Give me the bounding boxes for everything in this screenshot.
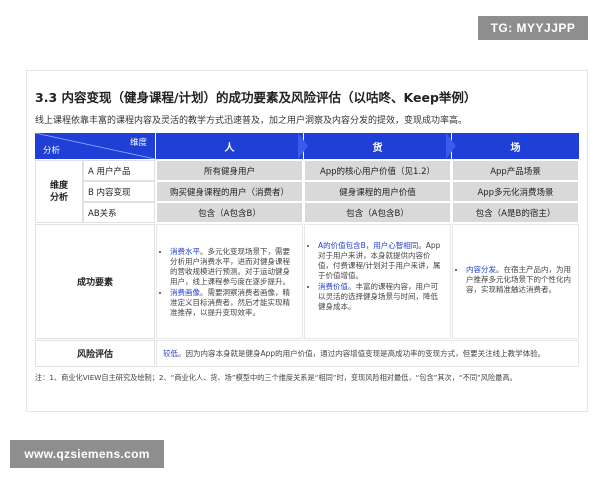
- list-item: 消费画像。需要洞察消费者画像，精准定义目标消费者，然后才能实现精准推荐，以提升变…: [170, 288, 296, 318]
- row-label-ab-relation: AB关系: [83, 202, 155, 223]
- page-title: 3.3 内容变现（健身课程/计划）的成功要素及风险评估（以咕咚、Keep举例）: [35, 90, 477, 105]
- cell-ren-user-product: 所有健身用户: [156, 160, 303, 181]
- list-item: 消费价值。丰富的课程内容，用户可以灵活的选择健身场景与时间，降低健身成本。: [318, 282, 444, 312]
- column-header-label: 人: [224, 142, 235, 154]
- list-item: 内容分发。在宿主产品内，为用户推荐多元化场景下的个性化内容，实现精准触达消费者。: [466, 265, 572, 295]
- risk-assessment-text: 较低 。因为内容本身就是健身App的用户价值，通过内容增值变现是高成功率的变现方式…: [156, 340, 579, 367]
- dimension-analysis-label: 维度 分析: [35, 160, 83, 223]
- cell-huo-ab-relation: 包含（A包含B）: [304, 202, 451, 223]
- cell-ren-content-monetization: 购买健身课程的用户（消费者）: [156, 181, 303, 202]
- corner-top-label: 维度: [129, 138, 147, 148]
- column-header-ren: 人: [156, 133, 303, 159]
- success-chang-box: 内容分发。在宿主产品内，为用户推荐多元化场景下的个性化内容，实现精准触达消费者。: [452, 224, 579, 339]
- cell-chang-user-product: App产品场景: [452, 160, 579, 181]
- watermark-bottom-badge: www.qzsiemens.com: [10, 440, 164, 468]
- footnote: 注：1、商业化VIEW自主研究及绘制；2、“商业化人、货、场”模型中的三个维度关…: [35, 373, 517, 382]
- cell-huo-user-product: App的核心用户价值（见1.2）: [304, 160, 451, 181]
- list-item: 消费水平。多元化变现场景下，需要分析用户消费水平，进而对健身课程的营收规模进行预…: [170, 247, 296, 287]
- cell-chang-ab-relation: 包含（A是B的宿主）: [452, 202, 579, 223]
- risk-description: 。因为内容本身就是健身App的用户价值，通过内容增值变现是高成功率的变现方式，但…: [178, 349, 546, 358]
- risk-level: 较低: [163, 349, 178, 358]
- watermark-top-badge: TG: MYYJJPP: [478, 16, 588, 40]
- slide-panel: 3.3 内容变现（健身课程/计划）的成功要素及风险评估（以咕咚、Keep举例） …: [26, 70, 588, 412]
- cell-ren-ab-relation: 包含（A包含B）: [156, 202, 303, 223]
- header-arrow-icon: [298, 133, 308, 159]
- corner-header-cell: 维度 分析: [35, 133, 155, 159]
- column-header-label: 场: [510, 142, 521, 154]
- column-header-huo: 货: [304, 133, 451, 159]
- row-label-content-monetization: B 内容变现: [83, 181, 155, 202]
- success-huo-box: A的价值包含B，用户心智相同。App对于用户来讲，本身就提供内容价值，付费课程/…: [304, 224, 451, 339]
- cell-chang-content-monetization: App多元化消费场景: [452, 181, 579, 202]
- list-item: A的价值包含B，用户心智相同。App对于用户来讲，本身就提供内容价值，付费课程/…: [318, 241, 444, 281]
- analysis-table: 维度 分析 人 货 场 维度 分析 A 用户产品 所有健身用户 App的核心用户…: [35, 133, 579, 367]
- header-arrow-icon: [446, 133, 456, 159]
- cell-huo-content-monetization: 健身课程的用户价值: [304, 181, 451, 202]
- success-ren-box: 消费水平。多元化变现场景下，需要分析用户消费水平，进而对健身课程的营收规模进行预…: [156, 224, 303, 339]
- success-factors-label: 成功要素: [35, 224, 155, 339]
- column-header-chang: 场: [452, 133, 579, 159]
- page-subtitle: 线上课程依靠丰富的课程内容及灵活的教学方式迅速普及，加之用户洞察及内容分发的提效…: [35, 116, 468, 126]
- corner-bottom-label: 分析: [43, 146, 61, 156]
- risk-assessment-label: 风险评估: [35, 340, 155, 367]
- column-header-label: 货: [372, 142, 383, 154]
- row-label-user-product: A 用户产品: [83, 160, 155, 181]
